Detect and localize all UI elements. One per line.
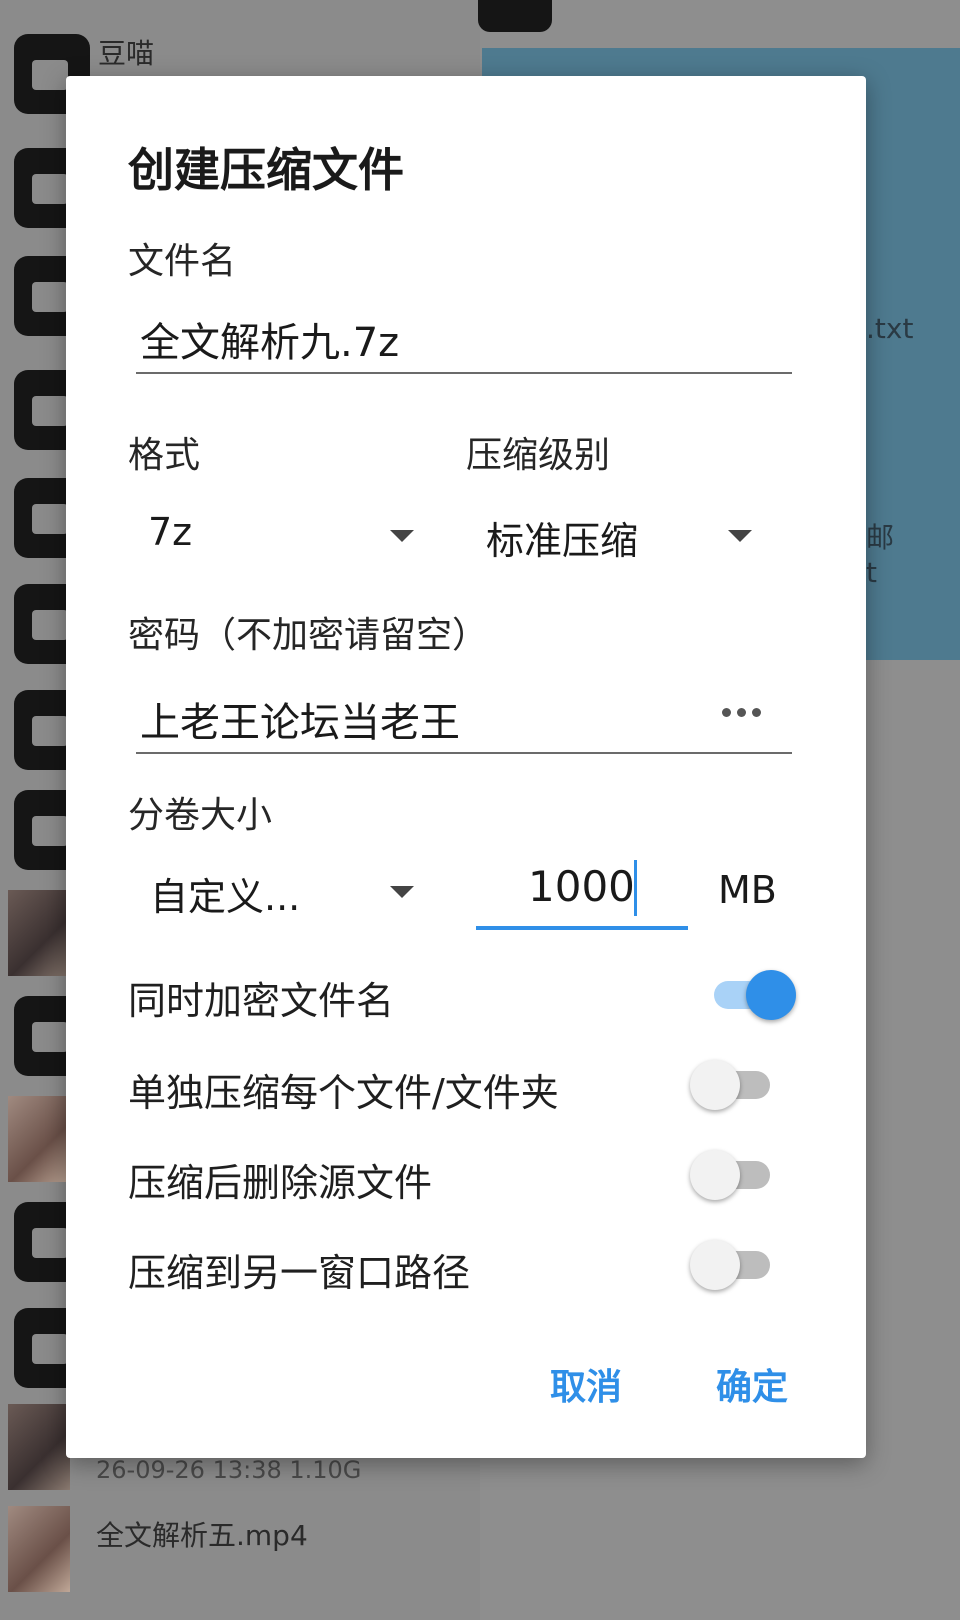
encrypt-filenames-switch[interactable] [706, 964, 796, 1024]
more-icon[interactable] [722, 708, 761, 717]
filename-underline [136, 372, 792, 374]
create-archive-dialog: 创建压缩文件 文件名 全文解析九.7z 格式 压缩级别 7z 标准压缩 密码（不… [66, 76, 866, 1458]
format-dropdown[interactable]: 7z [136, 496, 426, 576]
delete-source-switch[interactable] [690, 1144, 780, 1204]
compression-level-value: 标准压缩 [486, 519, 639, 563]
volume-size-label: 分卷大小 [128, 795, 273, 836]
option-label: 压缩后删除源文件 [128, 1161, 433, 1205]
volume-size-underline [476, 926, 688, 930]
text-caret [634, 860, 637, 916]
format-value: 7z [148, 510, 193, 554]
password-underline [136, 752, 792, 754]
chevron-down-icon [390, 530, 414, 542]
option-label: 压缩到另一窗口路径 [128, 1251, 471, 1295]
password-label: 密码（不加密请留空） [128, 615, 489, 656]
volume-preset-dropdown[interactable]: 自定义... [136, 852, 426, 932]
format-label: 格式 [128, 435, 201, 476]
chevron-down-icon [390, 886, 414, 898]
file-name: 全文解析五.mp4 [96, 1519, 308, 1552]
other-window-path-switch[interactable] [690, 1234, 780, 1294]
video-thumbnail [8, 1096, 70, 1182]
filename-input[interactable]: 全文解析九.7z [136, 298, 796, 378]
option-label: 同时加密文件名 [128, 979, 395, 1023]
volume-preset-value: 自定义... [150, 875, 301, 919]
confirm-button[interactable]: 确定 [716, 1358, 788, 1410]
volume-size-input[interactable]: 1000 [476, 852, 688, 932]
file-name-fragment: t [866, 556, 877, 589]
video-thumbnail [8, 1506, 70, 1592]
option-label: 单独压缩每个文件/文件夹 [128, 1071, 559, 1115]
filename-value: 全文解析九.7z [140, 320, 400, 366]
password-value: 上老王论坛当老王 [140, 700, 460, 746]
compression-level-label: 压缩级别 [466, 435, 611, 476]
compress-separately-switch[interactable] [690, 1054, 780, 1114]
file-name-fragment: .txt [866, 312, 914, 345]
filename-label: 文件名 [128, 241, 237, 282]
folder-icon [478, 0, 552, 32]
volume-unit: MB [718, 868, 777, 912]
file-meta: 26-09-26 13:38 1.10G [96, 1456, 362, 1484]
chevron-down-icon [728, 530, 752, 542]
volume-size-value: 1000 [528, 862, 635, 911]
file-name-fragment: 邮 [866, 521, 895, 554]
cancel-button[interactable]: 取消 [550, 1358, 622, 1410]
password-input[interactable]: 上老王论坛当老王 [136, 678, 716, 758]
file-name: 豆喵 [98, 37, 155, 70]
compression-level-dropdown[interactable]: 标准压缩 [476, 496, 776, 576]
dialog-title: 创建压缩文件 [128, 143, 404, 197]
video-thumbnail [8, 1404, 70, 1490]
video-thumbnail [8, 890, 70, 976]
